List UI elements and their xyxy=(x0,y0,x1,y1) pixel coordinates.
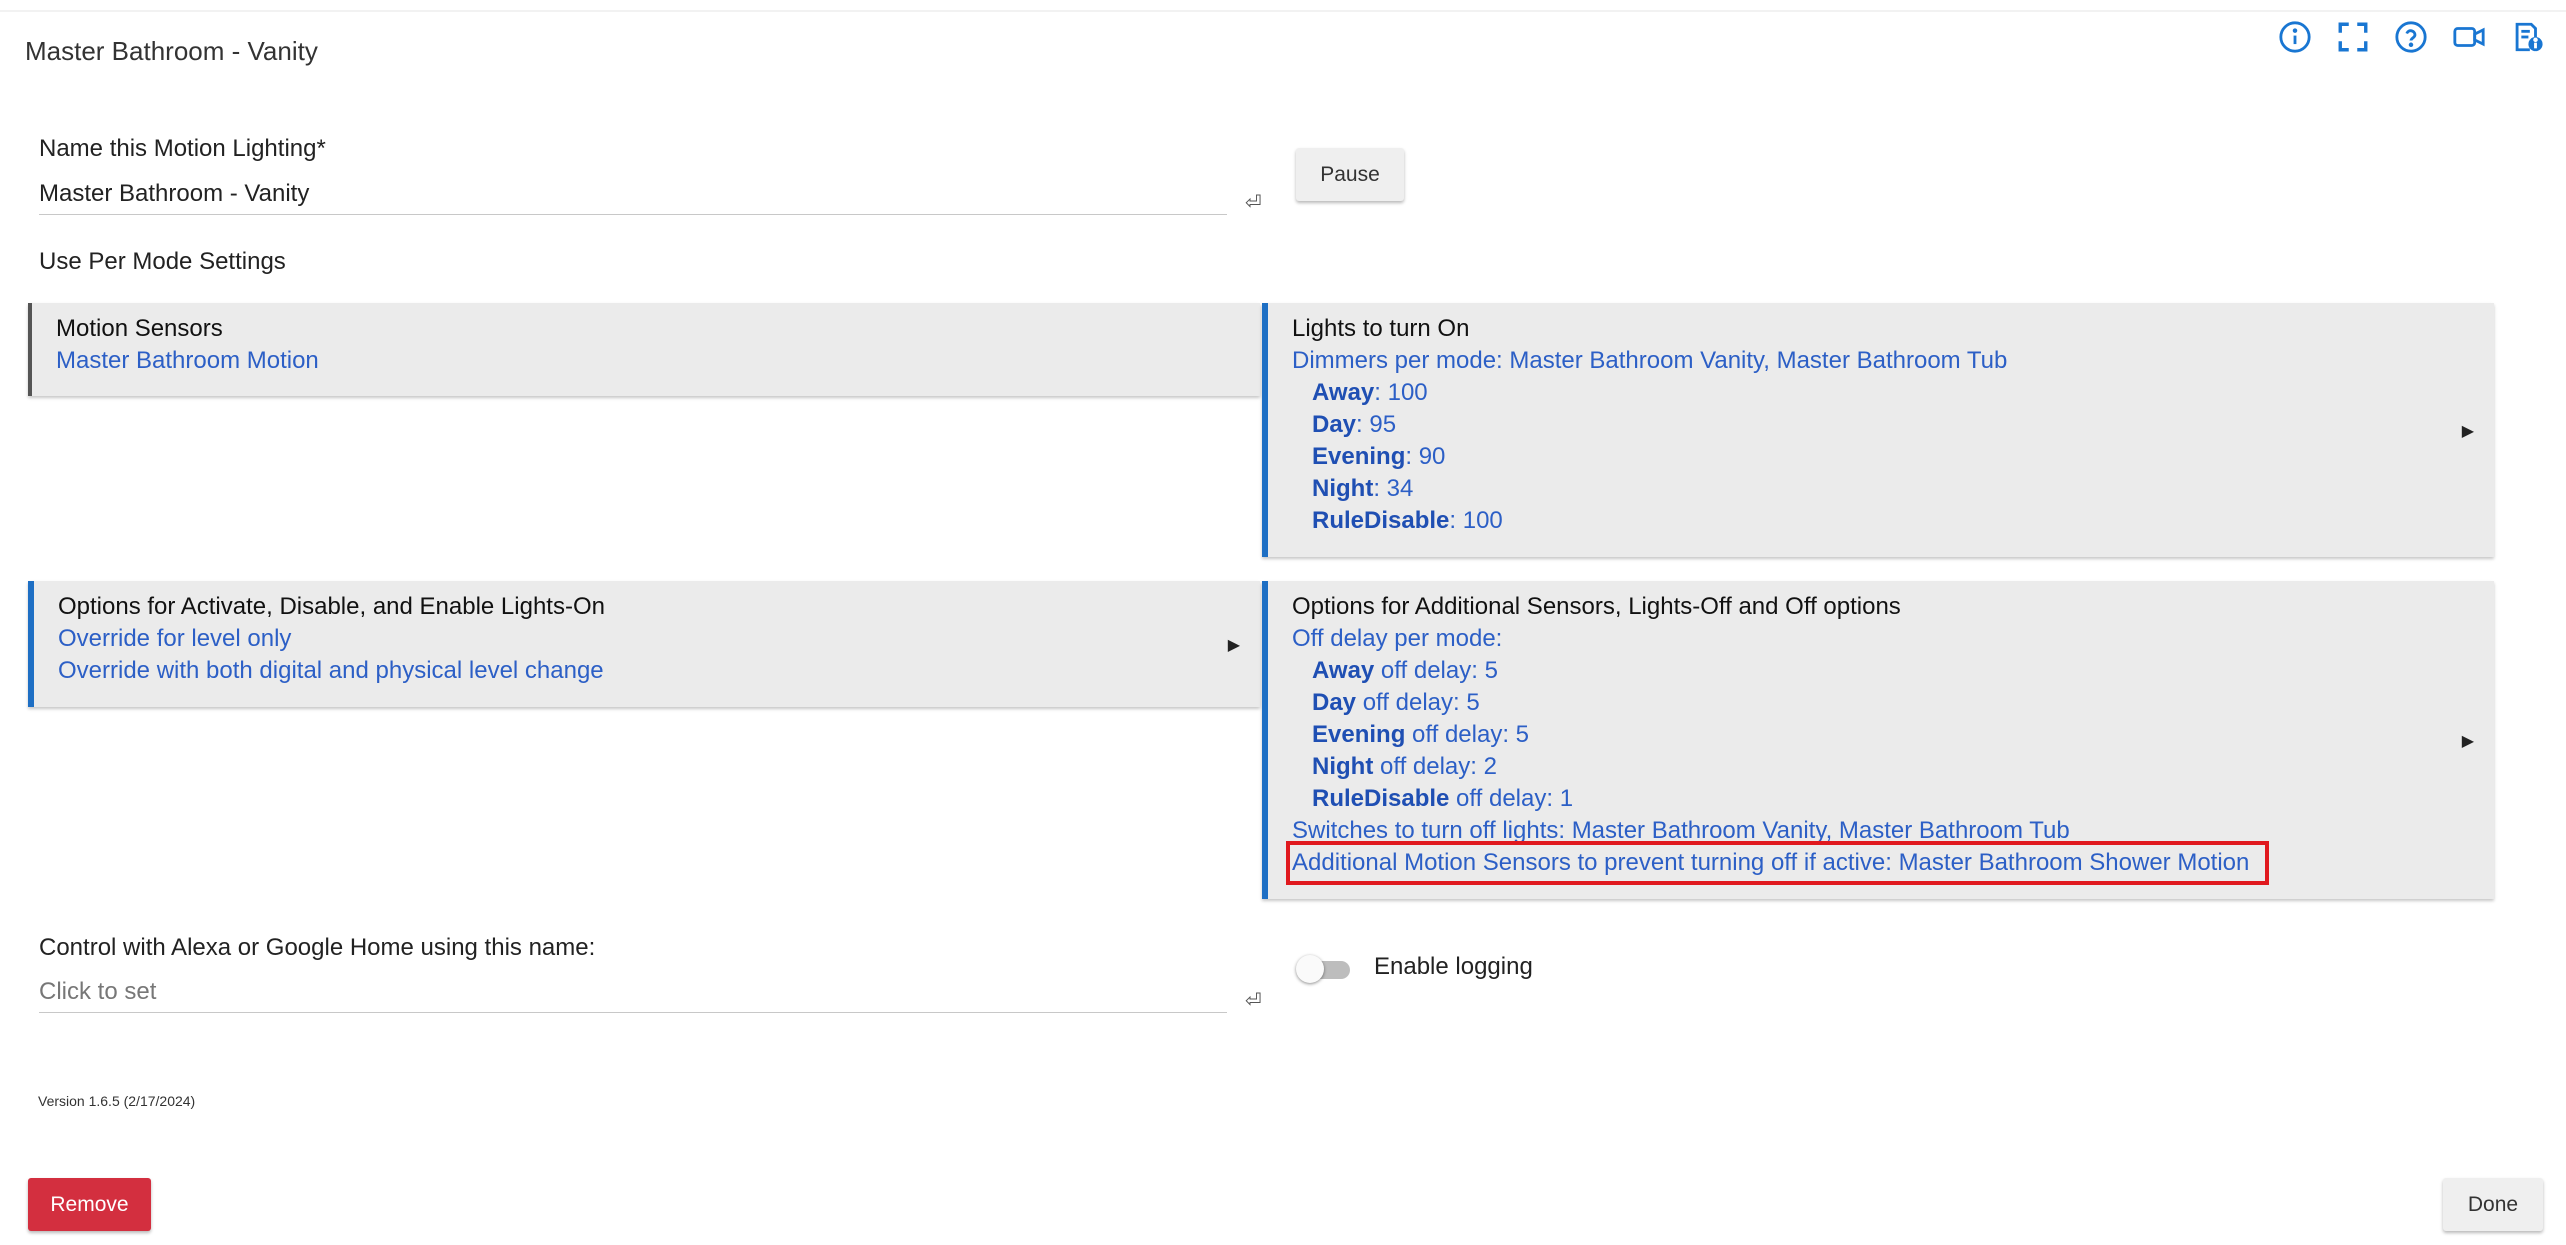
lights-on-mode-night: Night: 34 xyxy=(1292,473,2454,505)
expand-arrow-icon: ▶ xyxy=(1227,635,1240,654)
off-delay-summary: Off delay per mode: xyxy=(1292,625,1503,652)
expand-arrow-icon: ▶ xyxy=(2461,731,2474,750)
additional-sensors-line: Additional Motion Sensors to prevent tur… xyxy=(1285,841,2454,885)
mode-name: Day xyxy=(1312,411,1357,438)
mode-value: : 34 xyxy=(1373,475,1414,502)
lights-on-title: Lights to turn On xyxy=(1292,315,1470,342)
lights-on-card[interactable]: Lights to turn On Dimmers per mode: Mast… xyxy=(1262,303,2494,557)
motion-sensors-value: Master Bathroom Motion xyxy=(56,347,319,374)
help-icon[interactable] xyxy=(2394,20,2428,54)
app-page: Master Bathroom - Vanity Name this Motio… xyxy=(0,0,2566,1245)
alexa-name-input[interactable] xyxy=(39,974,1227,1010)
mode-value: : 95 xyxy=(1356,411,1397,438)
mode-value: off delay: 5 xyxy=(1374,657,1498,684)
off-delay-mode-night: Night off delay: 2 xyxy=(1292,751,2454,783)
enter-icon[interactable]: ⏎ xyxy=(1245,190,1262,214)
mode-value: : 90 xyxy=(1405,443,1446,470)
name-input-wrapper xyxy=(39,176,1227,215)
alexa-input-wrapper xyxy=(39,974,1227,1013)
page-title: Master Bathroom - Vanity xyxy=(25,36,318,66)
highlight-box: Additional Motion Sensors to prevent tur… xyxy=(1285,841,2270,885)
mode-name: Away xyxy=(1312,657,1375,684)
mode-name: Evening xyxy=(1312,721,1406,748)
mode-value: : 100 xyxy=(1374,379,1428,406)
info-icon[interactable] xyxy=(2278,20,2312,54)
off-delay-mode-day: Day off delay: 5 xyxy=(1292,687,2454,719)
switches-off-line: Switches to turn off lights: Master Bath… xyxy=(1292,817,2070,844)
video-icon[interactable] xyxy=(2452,20,2486,54)
mode-value: off delay: 1 xyxy=(1449,785,1574,812)
fullscreen-icon[interactable] xyxy=(2336,20,2370,54)
mode-value: off delay: 5 xyxy=(1356,689,1480,716)
expand-arrow-icon: ▶ xyxy=(2461,421,2474,440)
mode-name: Night xyxy=(1312,753,1374,780)
header-toolbar xyxy=(2278,20,2544,54)
toggle-knob xyxy=(1296,955,1324,983)
options-activate-card[interactable]: Options for Activate, Disable, and Enabl… xyxy=(28,581,1260,707)
mode-name: Night xyxy=(1312,475,1374,502)
mode-value: : 100 xyxy=(1449,507,1503,534)
options-activate-title: Options for Activate, Disable, and Enabl… xyxy=(58,593,605,620)
motion-sensors-card[interactable]: Motion Sensors Master Bathroom Motion xyxy=(28,303,1260,396)
lights-on-summary: Dimmers per mode: Master Bathroom Vanity… xyxy=(1292,347,2008,374)
pause-button[interactable]: Pause xyxy=(1296,148,1404,201)
remove-button[interactable]: Remove xyxy=(28,1178,151,1231)
top-divider xyxy=(0,10,2566,12)
lights-on-mode-day: Day: 95 xyxy=(1292,409,2454,441)
done-button[interactable]: Done xyxy=(2443,1178,2543,1231)
mode-name: Evening xyxy=(1312,443,1406,470)
name-field-label: Name this Motion Lighting* xyxy=(39,135,326,162)
enter-icon[interactable]: ⏎ xyxy=(1245,988,1262,1012)
options-activate-line: Override with both digital and physical … xyxy=(58,657,604,684)
alexa-field-label: Control with Alexa or Google Home using … xyxy=(39,934,596,961)
logging-toggle[interactable] xyxy=(1296,955,1352,983)
logging-label: Enable logging xyxy=(1374,953,1533,980)
mode-name: RuleDisable xyxy=(1312,785,1450,812)
options-activate-line: Override for level only xyxy=(58,625,292,652)
log-icon[interactable] xyxy=(2510,20,2544,54)
mode-name: Day xyxy=(1312,689,1357,716)
lights-on-mode-ruledisable: RuleDisable: 100 xyxy=(1292,505,2454,537)
mode-value: off delay: 2 xyxy=(1373,753,1497,780)
off-delay-mode-ruledisable: RuleDisable off delay: 1 xyxy=(1292,783,2454,815)
per-mode-settings-label: Use Per Mode Settings xyxy=(39,248,286,275)
options-additional-card[interactable]: Options for Additional Sensors, Lights-O… xyxy=(1262,581,2494,899)
lights-on-mode-away: Away: 100 xyxy=(1292,377,2454,409)
off-delay-mode-away: Away off delay: 5 xyxy=(1292,655,2454,687)
version-text: Version 1.6.5 (2/17/2024) xyxy=(38,1093,196,1109)
mode-value: off delay: 5 xyxy=(1405,721,1530,748)
mode-name: RuleDisable xyxy=(1312,507,1450,534)
mode-name: Away xyxy=(1312,379,1375,406)
name-input[interactable] xyxy=(39,176,1227,212)
off-delay-mode-evening: Evening off delay: 5 xyxy=(1292,719,2454,751)
lights-on-mode-evening: Evening: 90 xyxy=(1292,441,2454,473)
options-additional-title: Options for Additional Sensors, Lights-O… xyxy=(1292,593,1901,620)
motion-sensors-title: Motion Sensors xyxy=(56,315,223,342)
